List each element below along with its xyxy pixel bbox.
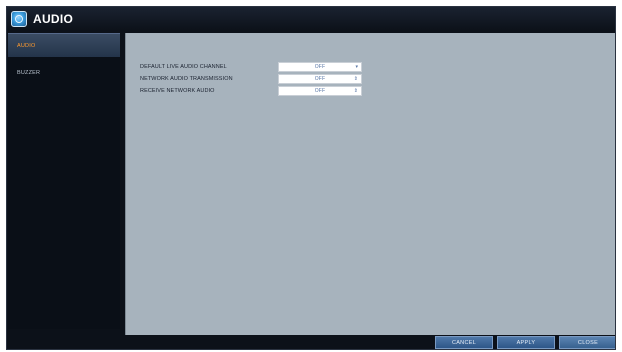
receive-network-audio-select[interactable]: OFF ⇕ [278,85,362,96]
audio-settings-window: AUDIO AUDIO BUZZER DEFAULT LIVE AUDIO CH… [6,6,616,350]
apply-button[interactable]: APPLY [497,336,555,349]
sidebar-item-buzzer[interactable]: BUZZER [8,61,120,85]
title-bar: AUDIO [7,7,615,31]
default-live-audio-channel-select[interactable]: OFF ▾ [278,61,362,72]
setting-row-network-audio-transmission: NETWORK AUDIO TRANSMISSION OFF ⇕ [140,73,362,84]
setting-label: DEFAULT LIVE AUDIO CHANNEL [140,63,227,70]
select-value: OFF [314,63,326,70]
sidebar: AUDIO BUZZER [8,33,120,329]
up-down-arrow-icon: ⇕ [353,75,358,82]
button-bar: CANCEL APPLY CLOSE [7,335,615,349]
select-value: OFF [314,75,326,82]
settings-panel: DEFAULT LIVE AUDIO CHANNEL OFF ▾ NETWORK… [125,33,615,335]
network-audio-transmission-select[interactable]: OFF ⇕ [278,73,362,84]
cancel-button[interactable]: CANCEL [435,336,493,349]
close-button[interactable]: CLOSE [559,336,615,349]
app-logo-icon [11,11,27,27]
setting-row-receive-network-audio: RECEIVE NETWORK AUDIO OFF ⇕ [140,85,362,96]
setting-label: RECEIVE NETWORK AUDIO [140,87,215,94]
setting-row-default-live-audio-channel: DEFAULT LIVE AUDIO CHANNEL OFF ▾ [140,61,362,72]
window-title: AUDIO [33,12,74,26]
dropdown-arrow-icon: ▾ [355,63,358,70]
up-down-arrow-icon: ⇕ [353,87,358,94]
sidebar-item-audio[interactable]: AUDIO [8,33,120,57]
select-value: OFF [314,87,326,94]
setting-label: NETWORK AUDIO TRANSMISSION [140,75,233,82]
